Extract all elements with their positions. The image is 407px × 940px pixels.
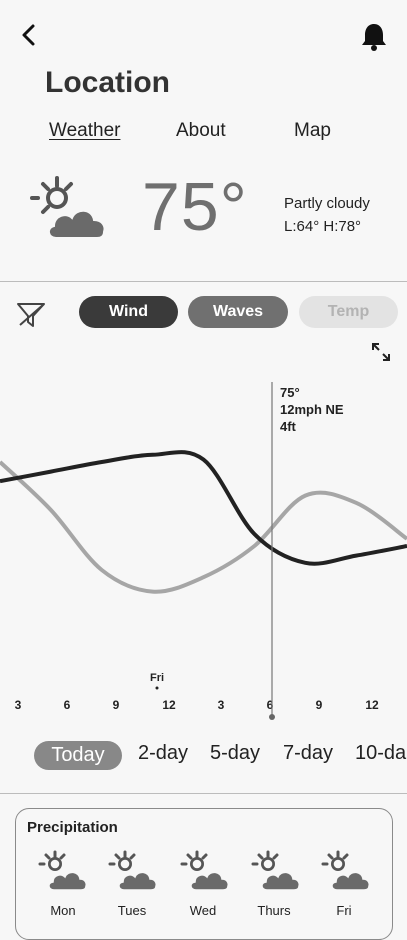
partly-cloudy-icon bbox=[251, 850, 300, 891]
range-today-button[interactable]: Today bbox=[34, 741, 122, 770]
precipitation-day-label: Mon bbox=[50, 903, 76, 918]
partly-cloudy-icon bbox=[38, 850, 87, 891]
filter-icon[interactable] bbox=[14, 298, 48, 330]
bell-icon[interactable] bbox=[357, 20, 391, 54]
partly-cloudy-icon bbox=[30, 176, 106, 239]
precipitation-day-label: Thurs bbox=[257, 903, 291, 918]
condition-block: Partly cloudy L:64° H:78° bbox=[284, 192, 370, 238]
x-tick-label: 3 bbox=[15, 698, 22, 712]
forecast-chart[interactable]: 3 6 9 12 3 6 9 12 Fri bbox=[0, 370, 407, 730]
tooltip-waves: 4ft bbox=[280, 419, 296, 434]
expand-icon[interactable] bbox=[370, 341, 392, 363]
tooltip-wind: 12mph NE bbox=[280, 402, 344, 417]
tab-map[interactable]: Map bbox=[294, 120, 331, 142]
x-tick-label: 9 bbox=[316, 698, 323, 712]
range-2day-button[interactable]: 2-day bbox=[138, 742, 188, 765]
precipitation-day-label: Tues bbox=[117, 903, 147, 918]
wind-series-line bbox=[0, 450, 407, 566]
x-tick-label: 6 bbox=[267, 698, 274, 712]
current-temperature: 75° bbox=[142, 169, 248, 245]
precipitation-day-label: Wed bbox=[189, 903, 217, 918]
divider bbox=[0, 793, 407, 794]
x-tick-label: 6 bbox=[64, 698, 71, 712]
wind-toggle[interactable]: Wind bbox=[79, 296, 178, 328]
tab-weather[interactable]: Weather bbox=[49, 120, 120, 142]
range-10day-button[interactable]: 10-da bbox=[355, 742, 406, 765]
temp-toggle[interactable]: Temp bbox=[299, 296, 398, 328]
range-5day-button[interactable]: 5-day bbox=[210, 742, 260, 765]
partly-cloudy-icon bbox=[108, 850, 157, 891]
scrubber-handle[interactable] bbox=[269, 714, 275, 720]
location-title: Location bbox=[45, 66, 170, 99]
waves-series-line bbox=[0, 460, 407, 594]
waves-toggle[interactable]: Waves bbox=[188, 296, 288, 328]
x-tick-label: 9 bbox=[113, 698, 120, 712]
partly-cloudy-icon bbox=[321, 850, 370, 891]
precipitation-day-label: Fri bbox=[336, 903, 352, 918]
x-tick-label: 3 bbox=[218, 698, 225, 712]
day-marker-dot bbox=[155, 686, 159, 690]
tab-about[interactable]: About bbox=[176, 120, 226, 142]
back-chevron-icon[interactable] bbox=[14, 20, 44, 50]
chart-tooltip: 75° 12mph NE 4ft bbox=[280, 384, 344, 435]
day-marker-label: Fri bbox=[150, 672, 164, 684]
tooltip-temp: 75° bbox=[280, 385, 300, 400]
low-high-text: L:64° H:78° bbox=[284, 218, 362, 235]
divider bbox=[0, 281, 407, 282]
x-tick-label: 12 bbox=[162, 698, 176, 712]
x-tick-label: 12 bbox=[365, 698, 379, 712]
partly-cloudy-icon bbox=[180, 850, 229, 891]
precipitation-title: Precipitation bbox=[27, 819, 118, 836]
range-7day-button[interactable]: 7-day bbox=[283, 742, 333, 765]
condition-text: Partly cloudy bbox=[284, 195, 370, 212]
